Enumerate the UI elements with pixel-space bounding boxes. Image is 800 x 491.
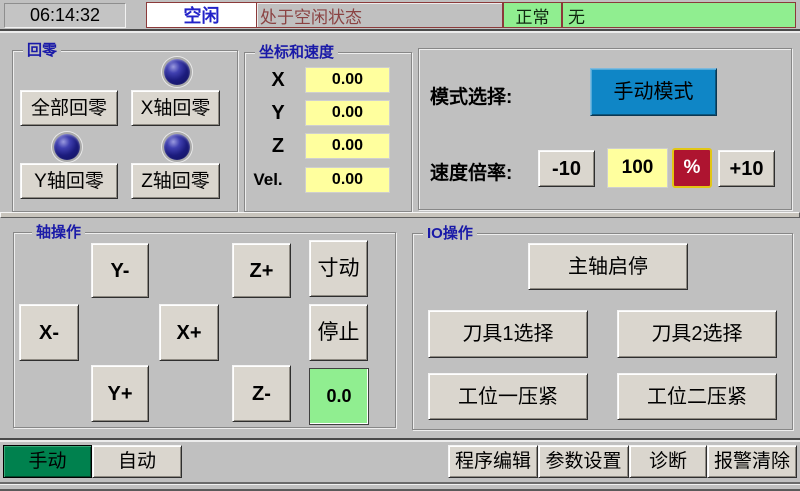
param-settings-button[interactable]: 参数设置 [538,445,629,478]
x-coord-label: X [258,67,298,93]
z-coord-value: 0.00 [305,133,390,159]
alarm-clear-button[interactable]: 报警清除 [707,445,797,478]
diagnostics-button[interactable]: 诊断 [629,445,707,478]
hmi-screen: 06:14:32 空闲 处于空闲状态 正常 无 回零 全部回零 X轴回零 Y轴回… [0,0,800,491]
z-home-led-icon [164,134,190,160]
speed-override-label: 速度倍率: [430,158,512,185]
alarm-status-badge: 正常 [503,2,562,28]
jog-y-minus-button[interactable]: Y- [91,243,149,298]
homing-panel-title: 回零 [23,41,61,60]
jog-x-minus-button[interactable]: X- [19,304,79,361]
stop-button[interactable]: 停止 [309,304,368,361]
y-coord-label: Y [258,100,298,126]
jog-z-plus-button[interactable]: Z+ [232,243,291,298]
y-home-led-icon [54,134,80,160]
vel-value: 0.00 [305,167,390,193]
jog-step-value-box[interactable]: 0.0 [309,368,369,425]
home-all-button[interactable]: 全部回零 [20,90,118,126]
vel-label: Vel. [248,167,288,193]
percent-sign-badge: % [672,148,712,188]
divider-footer [0,482,800,485]
home-z-axis-button[interactable]: Z轴回零 [131,163,220,199]
station1-clamp-button[interactable]: 工位一压紧 [428,373,588,420]
clock-display: 06:14:32 [4,3,126,28]
override-value-display: 100 [607,148,668,188]
alarm-message: 无 [562,2,796,28]
jog-mode-button[interactable]: 寸动 [309,240,368,297]
coords-panel-title: 坐标和速度 [255,43,338,62]
machine-state-display: 空闲 [146,2,257,28]
divider-top [0,29,800,33]
home-y-axis-button[interactable]: Y轴回零 [20,163,118,199]
z-coord-label: Z [258,133,298,159]
divider-middle [0,212,800,218]
io-panel-title: IO操作 [423,224,477,243]
jog-y-plus-button[interactable]: Y+ [91,365,149,422]
jog-z-minus-button[interactable]: Z- [232,365,291,422]
program-edit-button[interactable]: 程序编辑 [448,445,538,478]
manual-mode-button[interactable]: 手动模式 [590,68,717,116]
manual-mode-tab[interactable]: 手动 [3,445,92,478]
override-increase-button[interactable]: +10 [718,150,775,187]
state-description: 处于空闲状态 [256,2,503,28]
x-coord-value: 0.00 [305,67,390,93]
station2-clamp-button[interactable]: 工位二压紧 [617,373,777,420]
auto-mode-tab[interactable]: 自动 [92,445,182,478]
axis-panel-title: 轴操作 [32,223,85,242]
home-x-axis-button[interactable]: X轴回零 [131,90,220,126]
tool2-select-button[interactable]: 刀具2选择 [617,310,777,358]
jog-x-plus-button[interactable]: X+ [159,304,219,361]
mode-select-label: 模式选择: [430,82,512,109]
spindle-start-stop-button[interactable]: 主轴启停 [528,243,688,290]
divider-bottom [0,438,800,442]
override-decrease-button[interactable]: -10 [538,150,595,187]
y-coord-value: 0.00 [305,100,390,126]
tool1-select-button[interactable]: 刀具1选择 [428,310,588,358]
x-home-led-icon [164,59,190,85]
